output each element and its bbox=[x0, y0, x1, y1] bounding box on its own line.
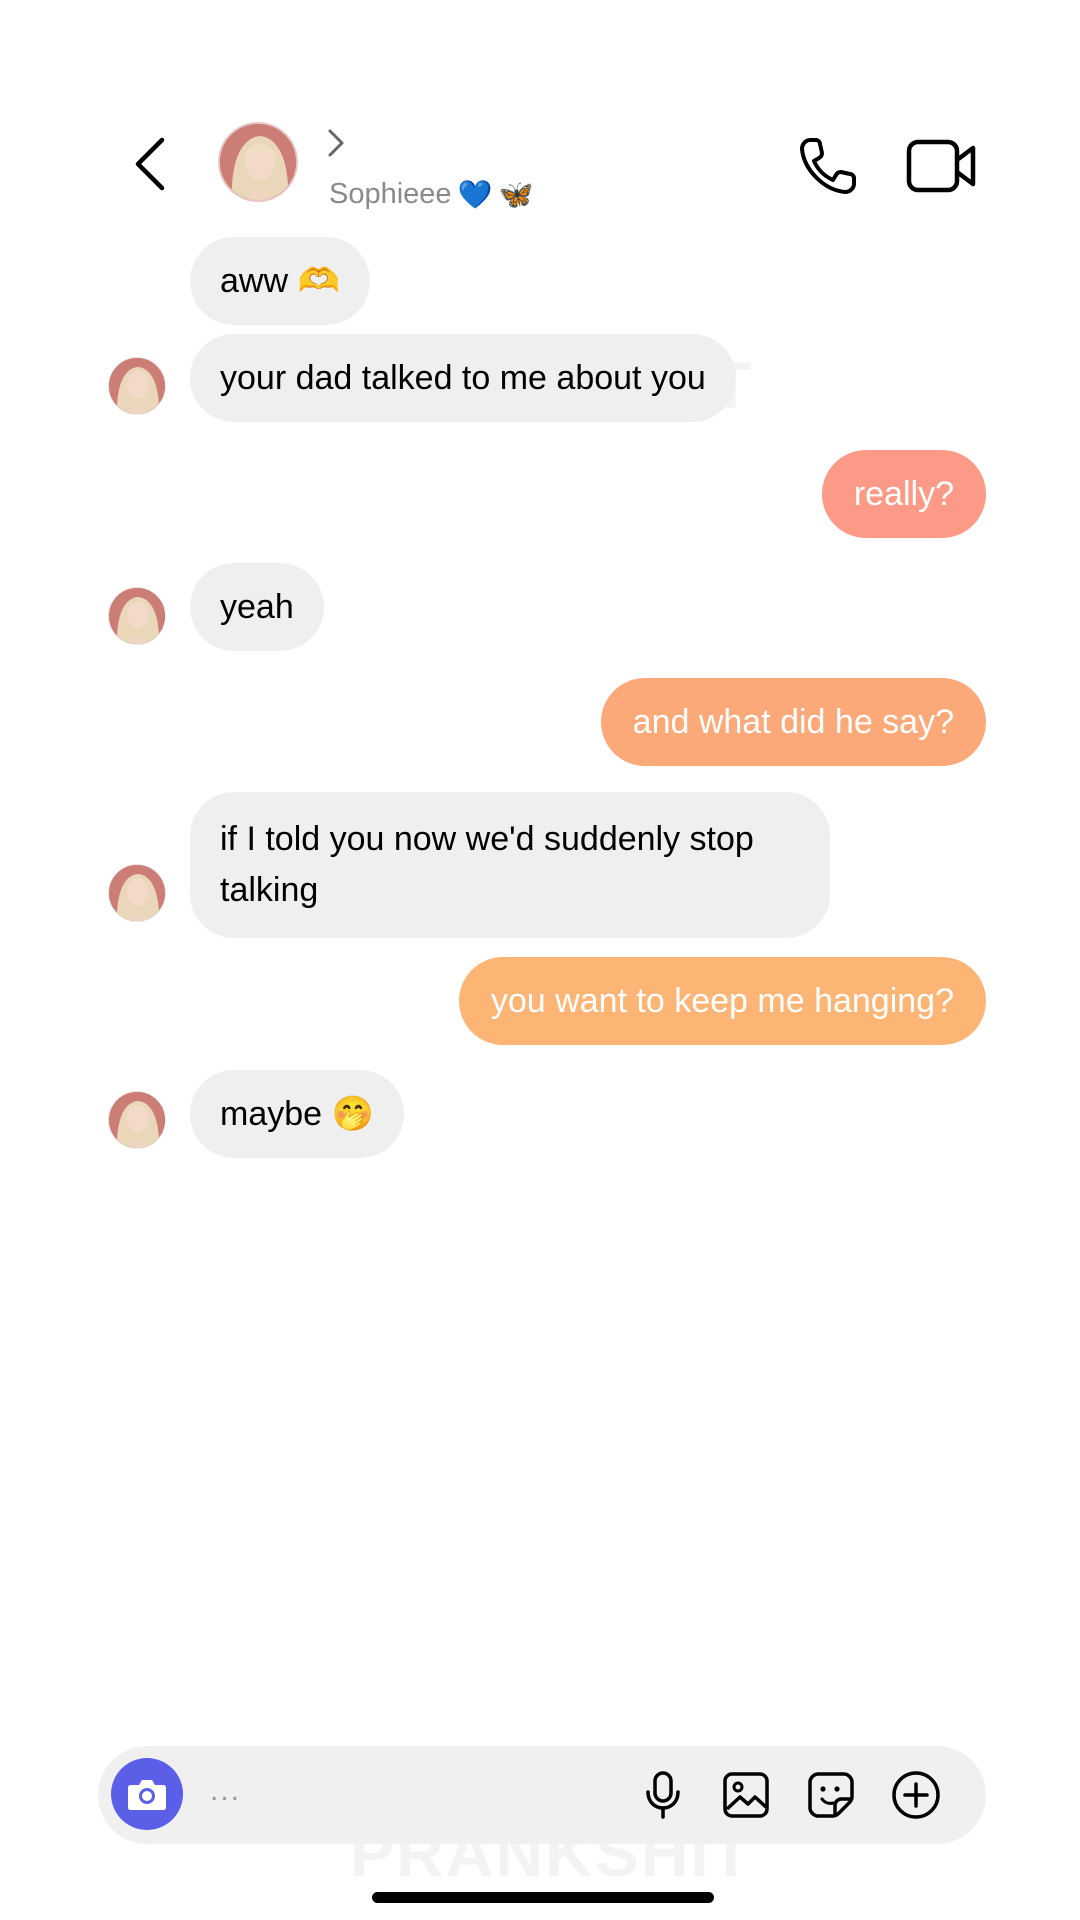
avatar-photo bbox=[109, 865, 165, 921]
sender-avatar bbox=[108, 1091, 166, 1149]
blue-heart-emoji: 💙 bbox=[457, 177, 493, 211]
gallery-button[interactable] bbox=[718, 1767, 774, 1823]
sender-avatar bbox=[108, 587, 166, 645]
chevron-right-icon bbox=[328, 129, 344, 157]
received-message[interactable]: maybe 🤭 bbox=[190, 1070, 404, 1158]
plus-icon bbox=[892, 1771, 940, 1819]
contact-avatar[interactable] bbox=[218, 122, 298, 202]
more-options-button[interactable] bbox=[888, 1767, 944, 1823]
avatar-photo bbox=[220, 124, 296, 200]
back-button[interactable] bbox=[120, 128, 180, 200]
contact-details-chevron[interactable] bbox=[322, 127, 350, 159]
contact-name-row[interactable]: Sophieee 💙 🦋 bbox=[329, 174, 533, 214]
camera-icon bbox=[128, 1780, 166, 1810]
contact-name: Sophieee bbox=[329, 177, 452, 210]
received-message[interactable]: your dad talked to me about you bbox=[190, 334, 736, 422]
phone-icon bbox=[800, 138, 856, 194]
sticker-button[interactable] bbox=[803, 1767, 859, 1823]
avatar-photo bbox=[109, 358, 165, 414]
video-camera-icon bbox=[906, 139, 976, 193]
message-input[interactable]: ... bbox=[210, 1774, 241, 1808]
microphone-icon bbox=[646, 1771, 680, 1819]
avatar-photo bbox=[109, 1092, 165, 1148]
sticker-icon bbox=[808, 1772, 854, 1818]
received-message[interactable]: yeah bbox=[190, 563, 324, 651]
sender-avatar bbox=[108, 357, 166, 415]
voice-message-button[interactable] bbox=[635, 1767, 691, 1823]
voice-call-button[interactable] bbox=[796, 134, 860, 198]
received-message[interactable]: aww 🫶 bbox=[190, 237, 370, 325]
avatar-photo bbox=[109, 588, 165, 644]
gallery-icon bbox=[723, 1772, 769, 1818]
sent-message[interactable]: really? bbox=[821, 450, 986, 538]
home-indicator[interactable] bbox=[372, 1892, 714, 1903]
sender-avatar bbox=[108, 864, 166, 922]
butterfly-emoji: 🦋 bbox=[498, 177, 534, 211]
chevron-left-icon bbox=[135, 137, 165, 191]
video-call-button[interactable] bbox=[905, 136, 979, 196]
camera-button[interactable] bbox=[111, 1758, 183, 1830]
received-message[interactable]: if I told you now we'd suddenly stop tal… bbox=[190, 792, 830, 938]
sent-message[interactable]: and what did he say? bbox=[600, 678, 986, 766]
sent-message[interactable]: you want to keep me hanging? bbox=[458, 957, 986, 1045]
